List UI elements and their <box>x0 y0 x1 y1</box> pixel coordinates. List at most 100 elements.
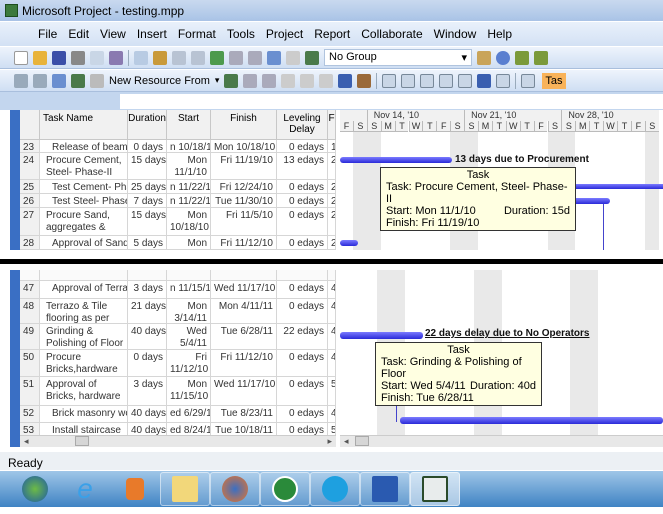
view-bar[interactable] <box>10 110 20 250</box>
cell-start[interactable]: n 10/18/10 <box>167 140 211 153</box>
cell-duration[interactable]: 21 days <box>128 299 167 324</box>
taskbar-project[interactable] <box>410 472 460 506</box>
row-id[interactable]: 50 <box>20 350 40 377</box>
cell-start[interactable]: Mon 11/1/10 <box>167 153 211 180</box>
tasks-button[interactable]: Tas <box>542 72 566 89</box>
unlink-icon[interactable] <box>229 50 243 65</box>
cell-duration[interactable]: 3 days <box>128 377 167 406</box>
row-id[interactable]: 51 <box>20 377 40 406</box>
new-icon[interactable] <box>14 50 28 65</box>
task-pane-icon[interactable] <box>521 73 536 88</box>
update-icon[interactable] <box>319 73 334 88</box>
notes-icon[interactable] <box>286 50 300 65</box>
cell-name[interactable]: Approval of Bricks, hardware <box>40 377 128 406</box>
taskbar-explorer[interactable] <box>160 472 210 506</box>
row-id[interactable]: 25 <box>20 180 40 194</box>
cell-finish[interactable]: Fri 11/19/10 <box>211 153 277 180</box>
row-id[interactable]: 47 <box>20 281 40 299</box>
arrow-right-icon[interactable] <box>534 50 548 65</box>
cell-start[interactable]: Mon 10/18/10 <box>167 208 211 236</box>
move-icon[interactable] <box>477 73 492 88</box>
cell-start[interactable]: Fri 11/12/10 <box>167 350 211 377</box>
menu-file[interactable]: File <box>38 27 57 41</box>
cell-f[interactable]: 1 <box>328 140 336 153</box>
resource-icon[interactable] <box>71 73 85 88</box>
cell-delay[interactable]: 0 edays <box>277 281 328 299</box>
menu-insert[interactable]: Insert <box>137 27 167 41</box>
cell-duration[interactable]: 40 days <box>128 406 167 423</box>
scroll-to-task-icon[interactable] <box>515 50 529 65</box>
cell-finish[interactable]: Tue 6/28/11 <box>211 324 277 350</box>
cell-delay[interactable]: 0 edays <box>277 299 328 324</box>
address-book-icon[interactable] <box>52 73 66 88</box>
tools-icon[interactable] <box>477 50 491 65</box>
menu-collaborate[interactable]: Collaborate <box>361 27 422 41</box>
layout4-icon[interactable] <box>439 73 454 88</box>
task-info-icon[interactable] <box>267 50 281 65</box>
row-id[interactable]: 49 <box>20 324 40 350</box>
cell-start[interactable]: Mon <box>167 236 211 250</box>
cell-name[interactable]: Test Steel- Phase <box>40 194 128 208</box>
cell-name[interactable]: Approval of Terraz <box>40 281 128 299</box>
layout6-icon[interactable] <box>496 73 511 88</box>
menu-project[interactable]: Project <box>266 27 303 41</box>
row-id[interactable]: 48 <box>20 299 40 324</box>
column-header-start[interactable]: Start <box>167 110 211 140</box>
cell-duration[interactable]: 5 days <box>128 236 167 250</box>
cell-delay[interactable]: 13 edays <box>277 153 328 180</box>
cell-finish[interactable]: Mon 10/18/10 <box>211 140 277 153</box>
details-icon[interactable] <box>90 73 104 88</box>
gantt-bar-24[interactable] <box>340 157 452 163</box>
assign-resources-icon[interactable] <box>305 50 319 65</box>
cell-duration[interactable]: 40 days <box>128 324 167 350</box>
cell-f[interactable]: 5 <box>328 377 336 406</box>
link-tasks-icon[interactable] <box>210 50 224 65</box>
menu-report[interactable]: Report <box>314 27 350 41</box>
cell-duration[interactable]: 7 days <box>128 194 167 208</box>
gantt-bar-25[interactable] <box>570 184 663 189</box>
copy-icon[interactable] <box>134 50 148 65</box>
cell-f[interactable]: 4 <box>328 406 336 423</box>
select-all-corner[interactable] <box>20 110 40 140</box>
entry-field[interactable] <box>120 94 663 109</box>
start-button[interactable] <box>10 472 60 506</box>
cell-delay[interactable]: 0 edays <box>277 180 328 194</box>
menu-edit[interactable]: Edit <box>68 27 89 41</box>
cell-start[interactable]: n 11/22/10 <box>167 194 211 208</box>
cell-name[interactable]: Test Cement- Pha <box>40 180 128 194</box>
gantt-bar-28[interactable] <box>340 240 358 246</box>
cell-duration[interactable]: 25 days <box>128 180 167 194</box>
row-id[interactable]: 28 <box>20 236 40 250</box>
cell-name[interactable]: Procure Sand, aggregates & <box>40 208 128 236</box>
cell-start[interactable]: n 11/15/10 <box>167 281 211 299</box>
column-header-leveling-delay[interactable]: Leveling Delay <box>277 110 328 140</box>
cell-delay[interactable]: 0 edays <box>277 406 328 423</box>
assign-icon[interactable] <box>224 73 239 88</box>
gantt-bar-49[interactable] <box>340 332 423 339</box>
cell-finish[interactable]: Fri 11/5/10 <box>211 208 277 236</box>
cell-finish[interactable]: Tue 8/23/11 <box>211 406 277 423</box>
cell-f[interactable]: 2 <box>328 194 336 208</box>
menu-window[interactable]: Window <box>434 27 477 41</box>
gantt-bar-52[interactable] <box>400 417 663 424</box>
cell-delay[interactable]: 0 edays <box>277 236 328 250</box>
menu-tools[interactable]: Tools <box>227 27 255 41</box>
taskbar-word[interactable] <box>360 472 410 506</box>
view2-icon[interactable] <box>33 73 47 88</box>
new-resource-from-button[interactable]: New Resource From <box>109 75 210 87</box>
redo-icon[interactable] <box>191 50 205 65</box>
cell-name[interactable]: Procure Bricks,hardware <box>40 350 128 377</box>
cell-delay[interactable]: 0 edays <box>277 194 328 208</box>
row-id[interactable]: 23 <box>20 140 40 153</box>
taskbar-ie[interactable]: e <box>60 472 110 506</box>
cell-name[interactable]: Grinding & Polishing of Floor <box>40 324 128 350</box>
info2-icon[interactable] <box>300 73 315 88</box>
notes2-icon[interactable] <box>281 73 296 88</box>
cell-f[interactable]: 4 <box>328 281 336 299</box>
layout5-icon[interactable] <box>458 73 473 88</box>
layout3-icon[interactable] <box>420 73 435 88</box>
cell-f[interactable]: 4 <box>328 324 336 350</box>
cell-start[interactable]: ed 6/29/11 <box>167 406 211 423</box>
cell-f[interactable]: 2 <box>328 208 336 236</box>
print-icon[interactable] <box>71 50 85 65</box>
